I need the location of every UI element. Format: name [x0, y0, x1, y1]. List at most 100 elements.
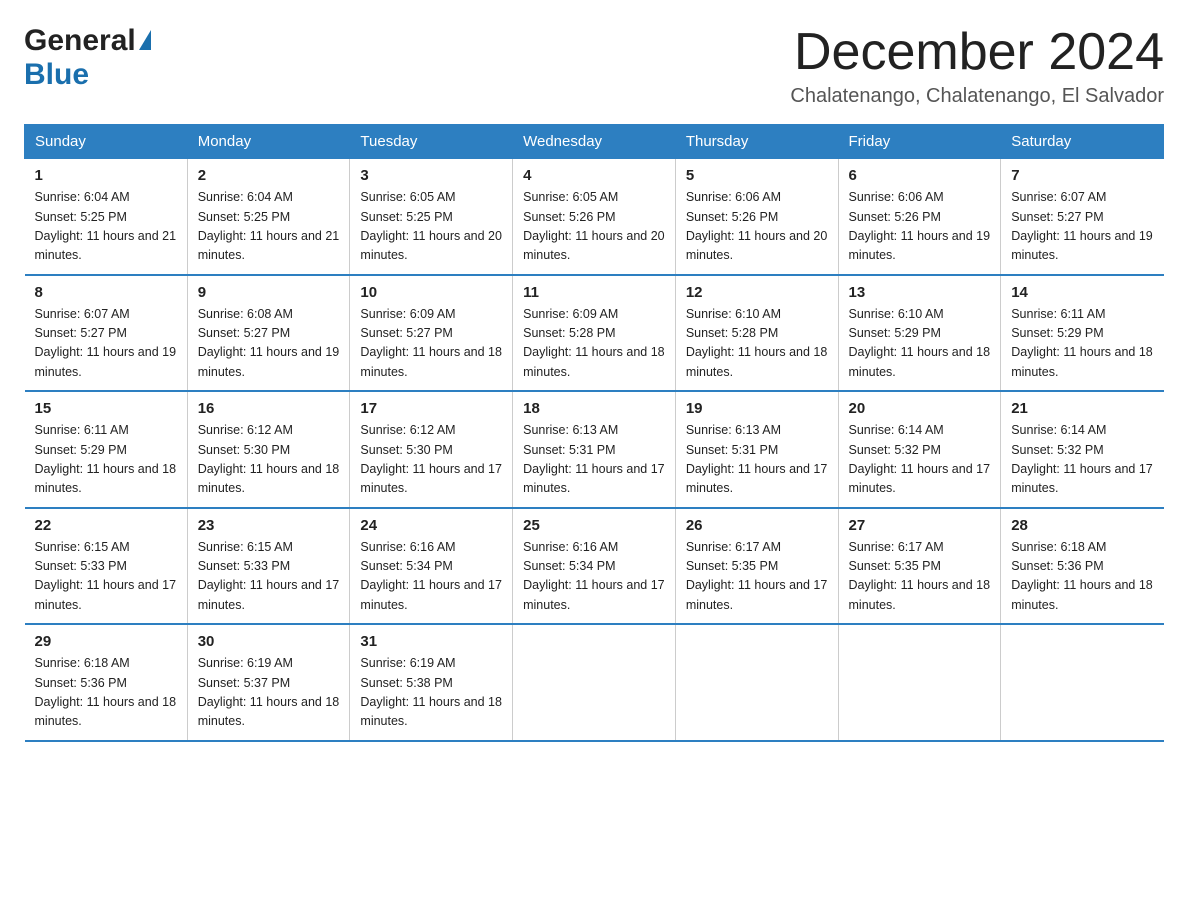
calendar-cell: 22 Sunrise: 6:15 AM Sunset: 5:33 PM Dayl…	[25, 508, 188, 625]
calendar-cell: 9 Sunrise: 6:08 AM Sunset: 5:27 PM Dayli…	[187, 275, 350, 392]
calendar-week-row: 8 Sunrise: 6:07 AM Sunset: 5:27 PM Dayli…	[25, 275, 1164, 392]
calendar-cell: 17 Sunrise: 6:12 AM Sunset: 5:30 PM Dayl…	[350, 391, 513, 508]
calendar-body: 1 Sunrise: 6:04 AM Sunset: 5:25 PM Dayli…	[25, 159, 1164, 741]
calendar-cell: 5 Sunrise: 6:06 AM Sunset: 5:26 PM Dayli…	[675, 159, 838, 275]
calendar-cell: 8 Sunrise: 6:07 AM Sunset: 5:27 PM Dayli…	[25, 275, 188, 392]
day-info: Sunrise: 6:17 AM Sunset: 5:35 PM Dayligh…	[686, 538, 828, 616]
col-thursday: Thursday	[675, 125, 838, 159]
day-number: 22	[35, 517, 177, 534]
day-number: 4	[523, 167, 665, 184]
calendar-cell: 23 Sunrise: 6:15 AM Sunset: 5:33 PM Dayl…	[187, 508, 350, 625]
day-info: Sunrise: 6:10 AM Sunset: 5:29 PM Dayligh…	[849, 305, 991, 383]
calendar-cell: 1 Sunrise: 6:04 AM Sunset: 5:25 PM Dayli…	[25, 159, 188, 275]
day-number: 12	[686, 284, 828, 301]
day-number: 27	[849, 517, 991, 534]
day-number: 18	[523, 400, 665, 417]
day-info: Sunrise: 6:14 AM Sunset: 5:32 PM Dayligh…	[849, 421, 991, 499]
calendar-cell: 13 Sunrise: 6:10 AM Sunset: 5:29 PM Dayl…	[838, 275, 1001, 392]
day-info: Sunrise: 6:14 AM Sunset: 5:32 PM Dayligh…	[1011, 421, 1153, 499]
day-number: 11	[523, 284, 665, 301]
day-number: 6	[849, 167, 991, 184]
day-number: 26	[686, 517, 828, 534]
calendar-cell: 30 Sunrise: 6:19 AM Sunset: 5:37 PM Dayl…	[187, 624, 350, 741]
col-monday: Monday	[187, 125, 350, 159]
day-number: 30	[198, 633, 340, 650]
day-info: Sunrise: 6:06 AM Sunset: 5:26 PM Dayligh…	[686, 188, 828, 266]
calendar-week-row: 1 Sunrise: 6:04 AM Sunset: 5:25 PM Dayli…	[25, 159, 1164, 275]
col-wednesday: Wednesday	[513, 125, 676, 159]
calendar-cell: 6 Sunrise: 6:06 AM Sunset: 5:26 PM Dayli…	[838, 159, 1001, 275]
calendar-cell: 10 Sunrise: 6:09 AM Sunset: 5:27 PM Dayl…	[350, 275, 513, 392]
day-number: 17	[360, 400, 502, 417]
col-sunday: Sunday	[25, 125, 188, 159]
calendar-cell: 16 Sunrise: 6:12 AM Sunset: 5:30 PM Dayl…	[187, 391, 350, 508]
logo: General Blue	[24, 24, 151, 92]
day-info: Sunrise: 6:12 AM Sunset: 5:30 PM Dayligh…	[360, 421, 502, 499]
day-info: Sunrise: 6:13 AM Sunset: 5:31 PM Dayligh…	[686, 421, 828, 499]
header-row: Sunday Monday Tuesday Wednesday Thursday…	[25, 125, 1164, 159]
day-info: Sunrise: 6:05 AM Sunset: 5:25 PM Dayligh…	[360, 188, 502, 266]
calendar-cell: 11 Sunrise: 6:09 AM Sunset: 5:28 PM Dayl…	[513, 275, 676, 392]
day-number: 16	[198, 400, 340, 417]
title-area: December 2024 Chalatenango, Chalatenango…	[790, 24, 1164, 108]
day-number: 19	[686, 400, 828, 417]
calendar-cell: 2 Sunrise: 6:04 AM Sunset: 5:25 PM Dayli…	[187, 159, 350, 275]
calendar-cell: 24 Sunrise: 6:16 AM Sunset: 5:34 PM Dayl…	[350, 508, 513, 625]
day-info: Sunrise: 6:17 AM Sunset: 5:35 PM Dayligh…	[849, 538, 991, 616]
calendar-cell	[513, 624, 676, 741]
day-number: 5	[686, 167, 828, 184]
day-info: Sunrise: 6:12 AM Sunset: 5:30 PM Dayligh…	[198, 421, 340, 499]
day-number: 10	[360, 284, 502, 301]
calendar-header: Sunday Monday Tuesday Wednesday Thursday…	[25, 125, 1164, 159]
calendar-cell: 12 Sunrise: 6:10 AM Sunset: 5:28 PM Dayl…	[675, 275, 838, 392]
day-number: 21	[1011, 400, 1153, 417]
day-info: Sunrise: 6:16 AM Sunset: 5:34 PM Dayligh…	[523, 538, 665, 616]
calendar-cell: 29 Sunrise: 6:18 AM Sunset: 5:36 PM Dayl…	[25, 624, 188, 741]
calendar-table: Sunday Monday Tuesday Wednesday Thursday…	[24, 124, 1164, 742]
day-number: 28	[1011, 517, 1153, 534]
calendar-cell: 31 Sunrise: 6:19 AM Sunset: 5:38 PM Dayl…	[350, 624, 513, 741]
calendar-cell	[1001, 624, 1164, 741]
calendar-cell: 15 Sunrise: 6:11 AM Sunset: 5:29 PM Dayl…	[25, 391, 188, 508]
calendar-week-row: 15 Sunrise: 6:11 AM Sunset: 5:29 PM Dayl…	[25, 391, 1164, 508]
day-number: 3	[360, 167, 502, 184]
day-info: Sunrise: 6:13 AM Sunset: 5:31 PM Dayligh…	[523, 421, 665, 499]
day-number: 2	[198, 167, 340, 184]
logo-general: General	[24, 24, 136, 58]
day-info: Sunrise: 6:04 AM Sunset: 5:25 PM Dayligh…	[35, 188, 177, 266]
calendar-cell: 19 Sunrise: 6:13 AM Sunset: 5:31 PM Dayl…	[675, 391, 838, 508]
calendar-week-row: 29 Sunrise: 6:18 AM Sunset: 5:36 PM Dayl…	[25, 624, 1164, 741]
location: Chalatenango, Chalatenango, El Salvador	[790, 85, 1164, 108]
calendar-cell	[675, 624, 838, 741]
day-info: Sunrise: 6:06 AM Sunset: 5:26 PM Dayligh…	[849, 188, 991, 266]
day-info: Sunrise: 6:15 AM Sunset: 5:33 PM Dayligh…	[35, 538, 177, 616]
calendar-cell: 18 Sunrise: 6:13 AM Sunset: 5:31 PM Dayl…	[513, 391, 676, 508]
day-info: Sunrise: 6:08 AM Sunset: 5:27 PM Dayligh…	[198, 305, 340, 383]
calendar-cell: 27 Sunrise: 6:17 AM Sunset: 5:35 PM Dayl…	[838, 508, 1001, 625]
day-info: Sunrise: 6:18 AM Sunset: 5:36 PM Dayligh…	[35, 654, 177, 732]
day-number: 25	[523, 517, 665, 534]
calendar-cell	[838, 624, 1001, 741]
day-info: Sunrise: 6:19 AM Sunset: 5:37 PM Dayligh…	[198, 654, 340, 732]
day-number: 31	[360, 633, 502, 650]
day-info: Sunrise: 6:16 AM Sunset: 5:34 PM Dayligh…	[360, 538, 502, 616]
calendar-cell: 4 Sunrise: 6:05 AM Sunset: 5:26 PM Dayli…	[513, 159, 676, 275]
col-saturday: Saturday	[1001, 125, 1164, 159]
day-info: Sunrise: 6:18 AM Sunset: 5:36 PM Dayligh…	[1011, 538, 1153, 616]
day-info: Sunrise: 6:04 AM Sunset: 5:25 PM Dayligh…	[198, 188, 340, 266]
day-number: 9	[198, 284, 340, 301]
day-number: 15	[35, 400, 177, 417]
logo-triangle-icon	[139, 30, 151, 50]
day-number: 23	[198, 517, 340, 534]
logo-blue: Blue	[24, 58, 89, 91]
day-info: Sunrise: 6:11 AM Sunset: 5:29 PM Dayligh…	[35, 421, 177, 499]
day-info: Sunrise: 6:07 AM Sunset: 5:27 PM Dayligh…	[1011, 188, 1153, 266]
page-header: General Blue December 2024 Chalatenango,…	[24, 24, 1164, 108]
calendar-cell: 14 Sunrise: 6:11 AM Sunset: 5:29 PM Dayl…	[1001, 275, 1164, 392]
month-title: December 2024	[790, 24, 1164, 81]
day-info: Sunrise: 6:07 AM Sunset: 5:27 PM Dayligh…	[35, 305, 177, 383]
day-number: 14	[1011, 284, 1153, 301]
day-number: 29	[35, 633, 177, 650]
col-friday: Friday	[838, 125, 1001, 159]
calendar-cell: 3 Sunrise: 6:05 AM Sunset: 5:25 PM Dayli…	[350, 159, 513, 275]
